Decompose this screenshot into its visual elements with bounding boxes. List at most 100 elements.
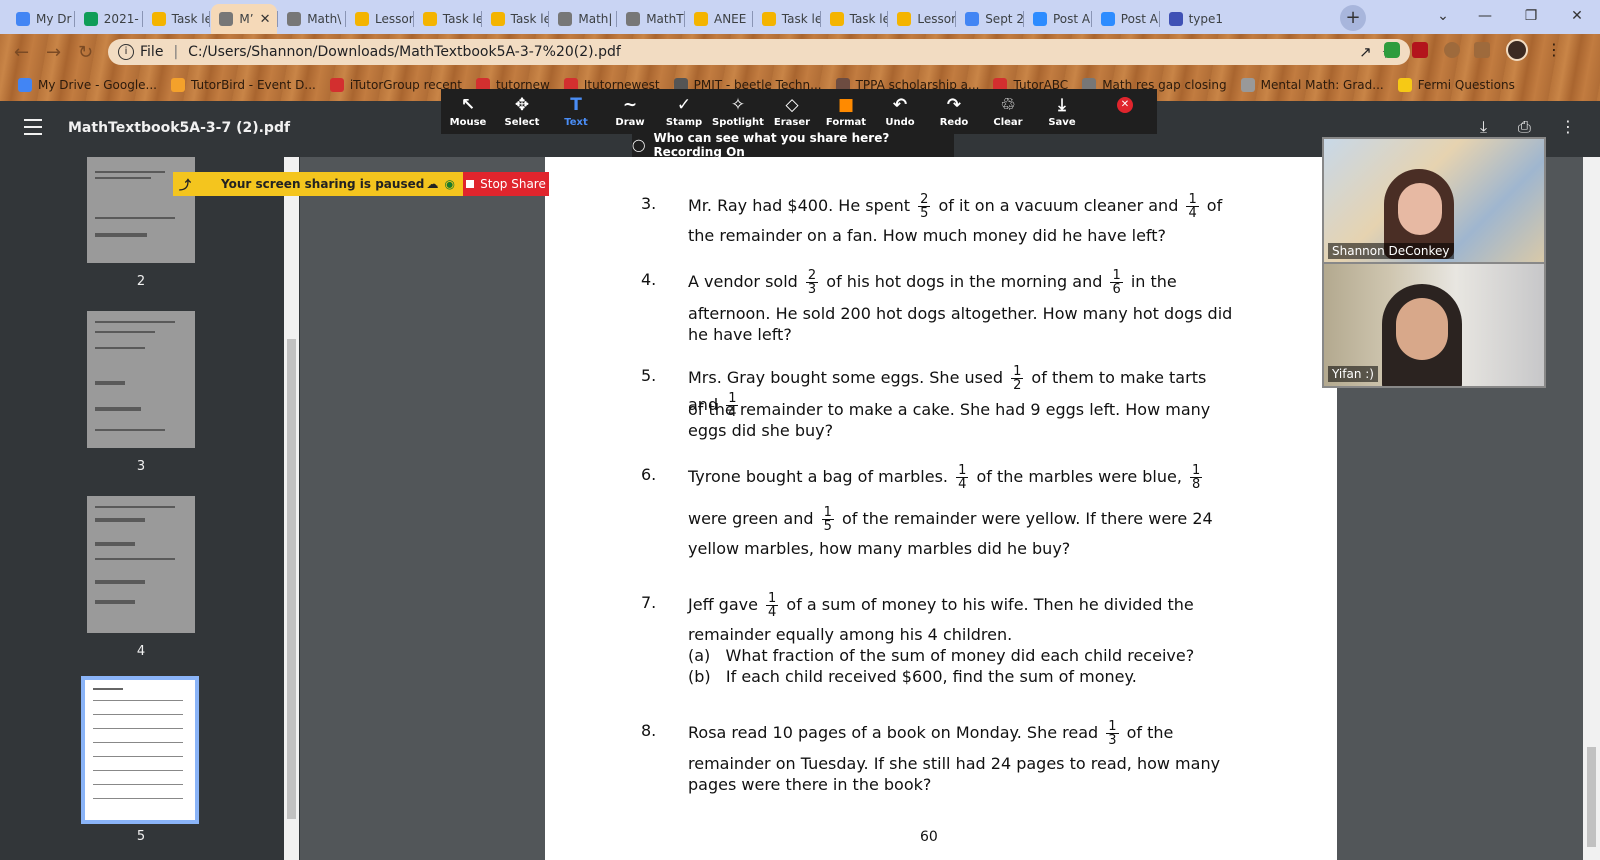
tab[interactable]: Sept 2: [957, 4, 1023, 34]
fraction: 23: [805, 269, 819, 296]
stop-share-button[interactable]: Stop Share: [463, 172, 549, 196]
tab-favicon-icon: [355, 12, 369, 26]
tab-favicon-icon: [422, 12, 437, 26]
fraction-denominator: 6: [1112, 282, 1121, 297]
annotation-tool-eraser[interactable]: ◇ Eraser: [765, 89, 819, 134]
ublock-icon[interactable]: [1412, 42, 1428, 58]
select-icon: ✥: [514, 95, 530, 115]
bookmark-favicon-icon: [18, 78, 32, 92]
text-icon: T: [570, 95, 582, 115]
tab[interactable]: My Dr: [8, 4, 74, 34]
tab[interactable]: Post A: [1025, 4, 1091, 34]
fraction-denominator: 4: [958, 477, 967, 492]
tab[interactable]: Math\: [279, 4, 345, 34]
extension-icon[interactable]: [1444, 42, 1460, 58]
tab[interactable]: Math|: [550, 4, 616, 34]
reload-icon[interactable]: ↻: [78, 42, 93, 63]
address-bar[interactable]: i File | C:/Users/Shannon/Downloads/Math…: [108, 39, 1410, 65]
tab-separator: [887, 11, 889, 27]
tab-favicon-icon: [965, 12, 980, 26]
page-number-label: 4: [136, 644, 146, 659]
tab[interactable]: Lessor: [347, 4, 413, 34]
bookmark-favicon-icon: [170, 78, 185, 92]
profile-avatar[interactable]: [1506, 39, 1528, 61]
extension-green-icon[interactable]: [1384, 42, 1400, 58]
tab-separator: [955, 11, 957, 27]
chrome-menu-icon[interactable]: ⋮: [1546, 40, 1562, 59]
tab[interactable]: MathT: [618, 4, 684, 34]
minimize-icon[interactable]: —: [1462, 0, 1508, 32]
tab-search-icon[interactable]: ⌄: [1420, 0, 1466, 32]
video-tile-teacher[interactable]: Shannon DeConkey: [1322, 137, 1546, 265]
back-icon[interactable]: ←: [14, 42, 29, 63]
more-options-icon[interactable]: ⋮: [1560, 117, 1576, 136]
tab-label: Math|: [578, 12, 613, 26]
question-text: Tyrone bought a bag of marbles.: [688, 467, 954, 486]
tab-separator: [684, 11, 685, 27]
fraction: 14: [1186, 193, 1199, 220]
annotation-tool-label: Draw: [615, 117, 645, 128]
page-number-label: 3: [136, 459, 146, 474]
annotation-tool-label: Stamp: [665, 117, 703, 128]
download-icon[interactable]: ⤓: [1480, 117, 1487, 137]
fraction: 16: [1110, 269, 1123, 297]
tab-close-icon[interactable]: ✕: [260, 12, 271, 27]
tab[interactable]: Task le: [483, 4, 548, 34]
question-text: of his hot dogs in the morning and: [821, 272, 1108, 291]
question-text: remainder equally among his 4 children.: [688, 625, 1013, 644]
new-tab-button[interactable]: +: [1340, 5, 1366, 31]
sidebar-scrollbar[interactable]: [284, 157, 299, 860]
question-text: he have left?: [688, 325, 792, 344]
question-number: 4.: [641, 270, 657, 289]
annotation-tool-undo[interactable]: ↶ Undo: [873, 89, 927, 134]
page-thumbnail-3[interactable]: [87, 311, 195, 448]
tab[interactable]: Task le: [144, 4, 209, 34]
annotation-tool-spotlight[interactable]: ✧ Spotlight: [711, 89, 765, 134]
menu-icon[interactable]: [24, 119, 42, 140]
question-text: remainder on Tuesday. If she still had 2…: [688, 754, 1221, 773]
question-number: 5.: [641, 366, 657, 385]
site-info-icon[interactable]: i: [118, 44, 134, 60]
close-annotation-icon[interactable]: ✕: [1117, 97, 1133, 113]
video-tile-student[interactable]: Yifan :): [1322, 262, 1546, 388]
page-thumbnail-5[interactable]: [81, 676, 199, 824]
tab[interactable]: type1: [1161, 4, 1227, 34]
close-window-icon[interactable]: ✕: [1554, 0, 1600, 32]
annotation-tool-redo[interactable]: ↷ Redo: [927, 89, 981, 134]
annotation-tool-save[interactable]: ⤓ Save: [1035, 89, 1089, 134]
fraction-numerator: 1: [1106, 719, 1119, 734]
tab-active[interactable]: M’ ✕: [211, 4, 278, 34]
restore-icon[interactable]: ❐: [1508, 0, 1554, 32]
forward-icon[interactable]: →: [46, 42, 61, 63]
annotation-tool-mouse[interactable]: ↖ Mouse: [441, 89, 495, 134]
annotation-tool-select[interactable]: ✥ Select: [495, 89, 549, 134]
annotation-tool-clear[interactable]: ♲ Clear: [981, 89, 1035, 134]
question-line: Jeff gave 14 of a sum of money to his wi…: [688, 592, 1233, 619]
recording-banner[interactable]: ◯ Who can see what you share here? Recor…: [632, 131, 954, 159]
tab[interactable]: Task le: [822, 4, 887, 34]
annotation-tool-format[interactable]: ■ Format: [819, 89, 873, 134]
tab[interactable]: Post A: [1093, 4, 1159, 34]
annotation-tool-stamp[interactable]: ✓ Stamp: [657, 89, 711, 134]
tab[interactable]: Task le: [415, 4, 481, 34]
annotation-tool-draw[interactable]: ∼ Draw: [603, 89, 657, 134]
tab[interactable]: Lessor: [889, 4, 955, 34]
bookmark-item[interactable]: TutorBird - Event D...: [170, 78, 316, 92]
bookmark-item[interactable]: Mental Math: Grad...: [1240, 78, 1384, 92]
tab[interactable]: ANEE: [686, 4, 752, 34]
annotation-tool-text[interactable]: T Text: [549, 89, 603, 134]
fraction: 18: [1190, 464, 1203, 491]
page-thumbnail-4[interactable]: [87, 496, 195, 633]
annotation-tool-label: Spotlight: [712, 117, 764, 128]
main-scrollbar[interactable]: [1583, 157, 1600, 860]
fraction-denominator: 5: [920, 206, 929, 221]
tab[interactable]: Task le: [754, 4, 820, 34]
bookmark-favicon-icon: [1397, 78, 1412, 92]
question-text: (b) If each child received $600, find th…: [688, 667, 1137, 686]
bookmark-item[interactable]: Fermi Questions: [1397, 78, 1515, 92]
extensions-puzzle-icon[interactable]: [1474, 42, 1490, 58]
print-icon[interactable]: ⎙: [1518, 117, 1531, 137]
share-page-icon[interactable]: ↗: [1359, 43, 1372, 61]
bookmark-item[interactable]: My Drive - Google...: [18, 78, 157, 92]
tab[interactable]: 2021-: [76, 4, 142, 34]
